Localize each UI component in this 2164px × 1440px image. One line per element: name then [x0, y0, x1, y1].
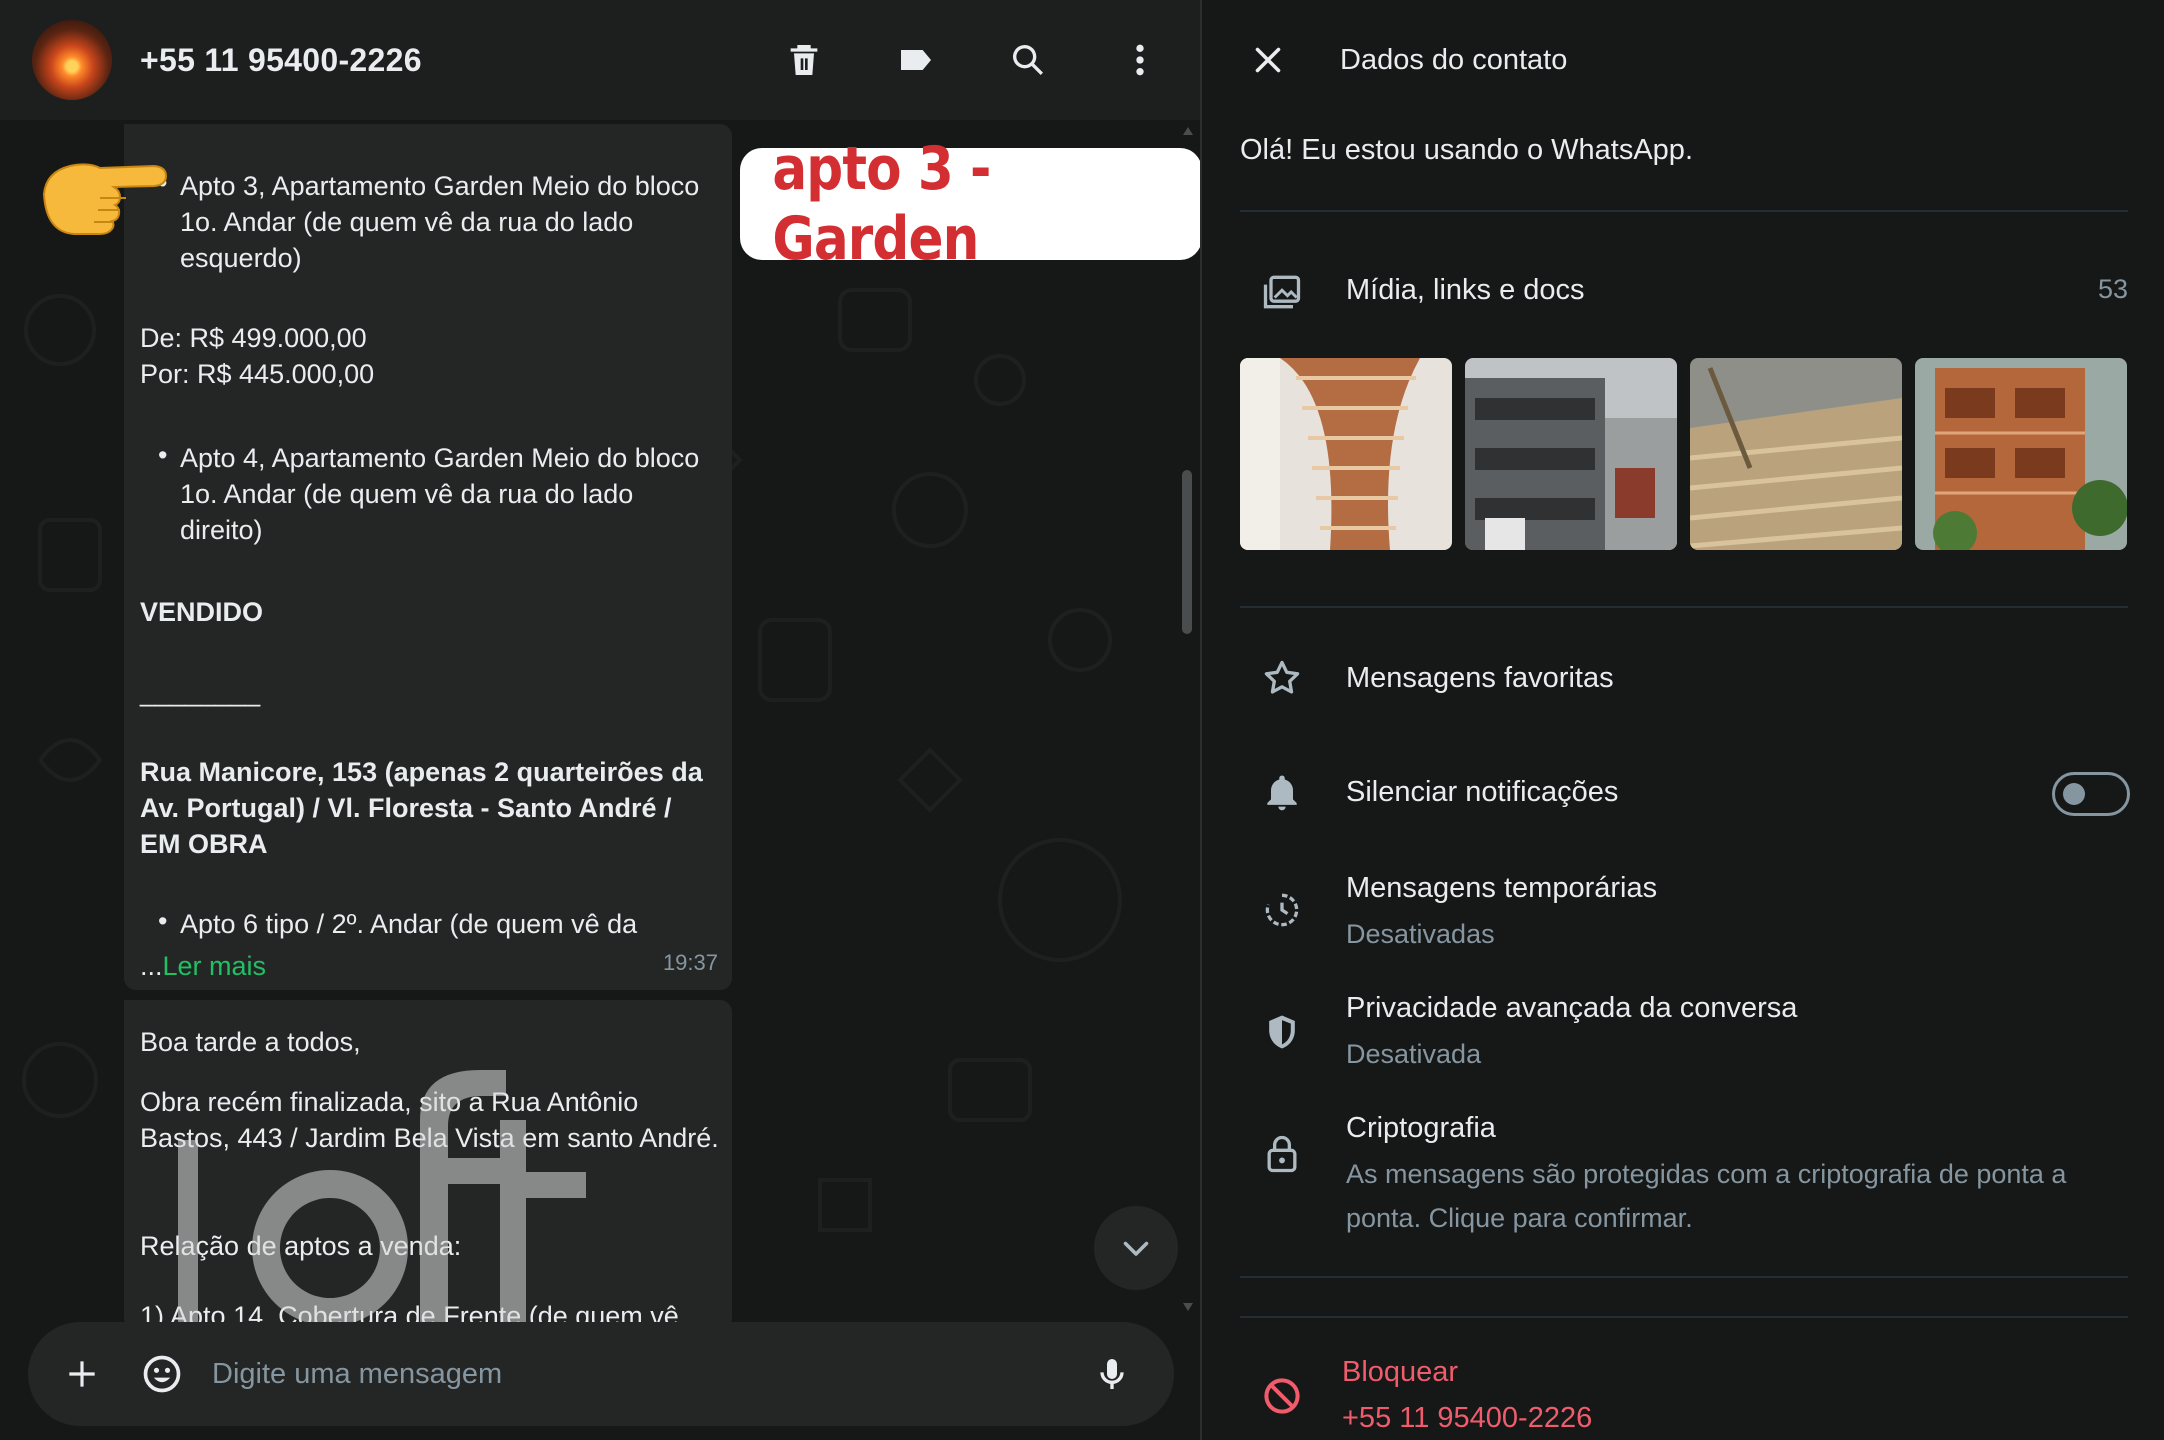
message-line: 1o. Andar (de quem vê da rua do lado: [180, 479, 634, 509]
scroll-down-arrow-icon[interactable]: [1182, 1300, 1194, 1314]
message-line: Apto 6 tipo / 2º. Andar (de quem vê da: [180, 909, 638, 939]
media-thumbnail[interactable]: [1915, 358, 2127, 550]
message-composer: [28, 1322, 1174, 1426]
message-line-bold: Rua Manicore, 153 (apenas 2 quarteirões …: [140, 757, 703, 787]
ellipsis: ...: [140, 951, 163, 981]
disappearing-icon-wrap: [1254, 882, 1310, 938]
message-line: De: R$ 499.000,00: [140, 323, 367, 353]
media-thumbnail-image: [1915, 358, 2127, 550]
contact-info-title: Dados do contato: [1340, 43, 1568, 76]
media-thumbnail-image: [1465, 358, 1677, 550]
message-line-bold: Av. Portugal) / Vl. Floresta - Santo And…: [140, 793, 672, 823]
media-thumbnail[interactable]: [1465, 358, 1677, 550]
block-icon: [1264, 1378, 1300, 1414]
chevron-down-icon: [1123, 1241, 1149, 1256]
chat-scrollbar-thumb[interactable]: [1182, 470, 1192, 634]
block-icon-wrap: [1254, 1368, 1310, 1424]
contact-number-title[interactable]: +55 11 95400-2226: [140, 42, 422, 79]
section-divider: [1240, 1276, 2128, 1278]
favorite-messages-button[interactable]: Mensagens favoritas: [1346, 662, 1614, 695]
close-icon: [1255, 47, 1281, 73]
message-line: Apto 4, Apartamento Garden Meio do bloco: [180, 443, 700, 473]
chat-header: +55 11 95400-2226: [0, 0, 1200, 120]
contact-avatar[interactable]: [32, 20, 112, 100]
close-contact-info-button[interactable]: [1240, 32, 1296, 88]
media-thumbnail-image: [1690, 358, 1902, 550]
menu-icon: [1136, 44, 1144, 76]
advanced-privacy-status: Desativada: [1346, 1039, 1482, 1069]
plus-icon: [69, 1361, 95, 1387]
delete-icon: [790, 45, 818, 75]
toggle-knob: [2063, 783, 2085, 805]
read-more-link[interactable]: Ler mais: [163, 951, 267, 981]
contact-info-panel: Dados do contato Olá! Eu estou usando o …: [1202, 0, 2164, 1440]
label-icon: [901, 50, 931, 70]
media-links-docs-button[interactable]: Mídia, links e docs: [1346, 274, 1585, 307]
mic-icon: [1100, 1359, 1124, 1389]
message-line: direito): [180, 515, 263, 545]
media-icon: [1263, 275, 1301, 309]
search-icon: [1013, 45, 1043, 75]
encryption-description-line: ponta. Clique para confirmar.: [1346, 1203, 1693, 1233]
emoji-button[interactable]: [132, 1344, 192, 1404]
bell-icon: [1267, 775, 1297, 811]
media-count: 53: [2097, 274, 2128, 304]
favorites-icon-wrap: [1254, 650, 1310, 706]
chat-header-actions: [720, 32, 1168, 88]
section-divider: [1240, 606, 2128, 608]
annotation-callout: apto 3 - Garden: [740, 134, 1200, 274]
scroll-to-bottom-button[interactable]: [1094, 1206, 1178, 1290]
message-line-bold: EM OBRA: [140, 829, 268, 859]
message-line-bold: VENDIDO: [140, 597, 264, 627]
attach-button[interactable]: [52, 1344, 112, 1404]
message-line: Apto 3, Apartamento Garden Meio do bloco: [180, 171, 700, 201]
privacy-icon-wrap: [1254, 1004, 1310, 1060]
delete-chat-button[interactable]: [776, 32, 832, 88]
annotation-text: apto 3 - Garden: [772, 134, 991, 274]
contact-about-text: Olá! Eu estou usando o WhatsApp.: [1240, 134, 1693, 166]
chat-pane: +55 11 95400-2226 • Apto 3, Apartamento …: [0, 0, 1200, 1440]
pointing-hand-icon: [42, 163, 168, 235]
message-line: 1o. Andar (de quem vê da rua do lado: [180, 207, 634, 237]
mute-notifications-toggle[interactable]: [2052, 772, 2130, 816]
contact-info-header: Dados do contato: [1202, 0, 2164, 120]
label-chat-button[interactable]: [888, 32, 944, 88]
lock-icon: [1267, 1135, 1297, 1173]
block-contact-number: +55 11 95400-2226: [1342, 1402, 1593, 1434]
search-chat-button[interactable]: [1000, 32, 1056, 88]
bullet-point: •: [158, 440, 168, 470]
message-line: Boa tarde a todos,: [140, 1027, 361, 1057]
media-thumbnail[interactable]: [1690, 358, 1902, 550]
read-more-row: ...Ler mais: [140, 948, 266, 984]
message-bubble[interactable]: • Apto 3, Apartamento Garden Meio do blo…: [124, 124, 732, 990]
star-icon: [1264, 660, 1300, 694]
message-timestamp: 19:37: [662, 950, 718, 975]
section-divider: [1240, 1316, 2128, 1318]
mute-icon-wrap: [1254, 764, 1310, 820]
media-row-icon-wrap: [1254, 264, 1310, 320]
voice-message-button[interactable]: [1082, 1344, 1142, 1404]
disappearing-messages-button[interactable]: Mensagens temporárias: [1346, 872, 1657, 905]
chat-menu-button[interactable]: [1112, 32, 1168, 88]
advanced-privacy-button[interactable]: Privacidade avançada da conversa: [1346, 992, 1797, 1025]
encryption-button[interactable]: Criptografia: [1346, 1112, 1496, 1145]
emoji-icon: [143, 1355, 181, 1393]
message-line: Por: R$ 445.000,00: [140, 359, 375, 389]
section-divider: [1240, 210, 2128, 212]
encryption-description-line: As mensagens são protegidas com a cripto…: [1346, 1159, 2067, 1189]
mute-notifications-label: Silenciar notificações: [1346, 776, 1619, 808]
message-line: ________: [140, 677, 261, 707]
message-input[interactable]: [212, 1344, 1082, 1404]
encryption-icon-wrap: [1254, 1126, 1310, 1182]
message-line: esquerdo): [180, 243, 302, 273]
block-contact-button[interactable]: Bloquear: [1342, 1356, 1458, 1389]
bullet-point: •: [158, 906, 168, 936]
scroll-up-arrow-icon[interactable]: [1182, 124, 1194, 138]
media-thumbnail-image: [1240, 358, 1452, 550]
disappearing-messages-status: Desativadas: [1346, 919, 1495, 949]
timer-icon: [1265, 893, 1299, 927]
shield-icon: [1269, 1015, 1295, 1049]
media-thumbnail[interactable]: [1240, 358, 1452, 550]
